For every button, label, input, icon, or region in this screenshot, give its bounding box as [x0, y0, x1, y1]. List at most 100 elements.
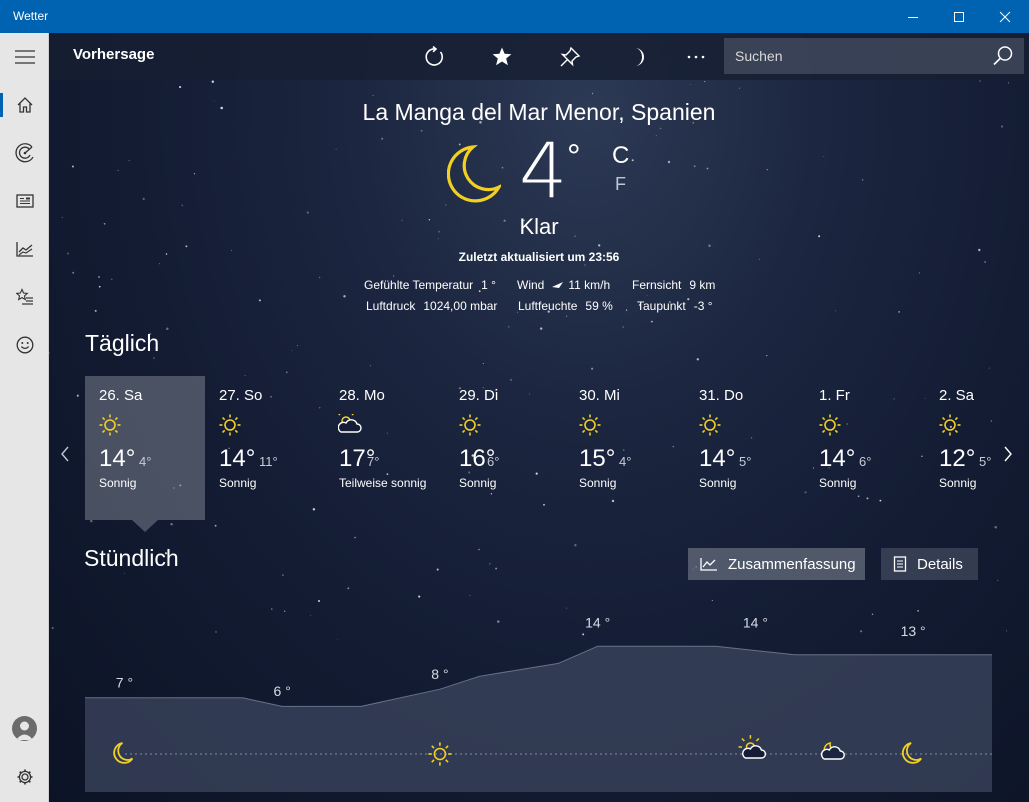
- nav-forecast[interactable]: [0, 83, 49, 127]
- star-dot: [297, 345, 298, 346]
- hourly-temp-label: 6 °: [274, 683, 291, 699]
- star-dot: [98, 276, 100, 278]
- detail-feels-like: Gefühlte Temperatur 1 °: [364, 278, 496, 292]
- details-button-label: Details: [917, 555, 963, 573]
- star-dot: [372, 94, 374, 96]
- refresh-button[interactable]: [414, 41, 454, 73]
- partly-sunny-icon: [338, 414, 362, 433]
- close-button[interactable]: [982, 0, 1028, 33]
- star-icon: [492, 47, 512, 66]
- star-dot: [335, 148, 337, 150]
- star-dot: [142, 197, 145, 201]
- nav-historical[interactable]: [0, 227, 49, 271]
- unit-fahrenheit[interactable]: F: [615, 174, 626, 195]
- star-dot: [128, 160, 130, 162]
- night-mode-button[interactable]: [617, 41, 657, 73]
- favorite-button[interactable]: [482, 41, 522, 73]
- star-dot: [285, 371, 288, 374]
- more-button[interactable]: [676, 41, 716, 73]
- hourly-temp-label: 13 °: [901, 623, 926, 639]
- day-low-temp: 5°: [979, 454, 992, 469]
- day-tile[interactable]: 31. Do 14° 5° Sonnig: [685, 376, 805, 520]
- sun-icon: [819, 414, 841, 436]
- wind-label: Wind: [517, 278, 545, 292]
- moon-icon: [635, 48, 644, 66]
- pin-button[interactable]: [550, 41, 590, 73]
- day-label: 28. Mo: [339, 387, 385, 404]
- sun-icon: [219, 414, 241, 436]
- day-tile[interactable]: 27. So 14° 11° Sonnig: [205, 376, 325, 520]
- star-dot: [625, 309, 628, 311]
- star-dot: [693, 165, 696, 168]
- wind-direction-icon: [552, 282, 564, 288]
- day-high-temp: 12°: [939, 445, 976, 472]
- star-dot: [835, 310, 837, 312]
- detail-humidity: Luftfeuchte 59 %: [518, 299, 613, 313]
- star-dot: [381, 137, 384, 140]
- nav-feedback[interactable]: [0, 323, 49, 367]
- star-dot: [318, 276, 321, 279]
- day-low-temp: 7°: [367, 454, 380, 469]
- search-icon[interactable]: [992, 45, 1014, 67]
- star-dot: [369, 365, 371, 367]
- settings-button[interactable]: [0, 755, 49, 799]
- star-dot: [347, 587, 350, 590]
- sun-icon: [99, 414, 121, 436]
- day-label: 26. Sa: [99, 387, 143, 404]
- day-tile[interactable]: 29. Di 16° 6° Sonnig: [445, 376, 565, 520]
- star-dot: [1007, 82, 1009, 84]
- day-low-temp: 6°: [859, 454, 872, 469]
- star-dot: [181, 204, 184, 207]
- star-dot: [153, 357, 155, 359]
- hourly-temperature-chart: 7 °6 °8 °14 °14 °13 °01:0005:0009:0013:0…: [85, 614, 992, 802]
- sun-icon: [579, 414, 601, 436]
- daily-heading: Täglich: [85, 330, 160, 356]
- star-dot: [574, 544, 577, 547]
- star-dot: [258, 299, 261, 302]
- star-dot: [994, 526, 997, 529]
- maximize-button[interactable]: [936, 0, 982, 33]
- title-bar: Wetter: [0, 0, 1029, 33]
- pressure-value: 1024,00 mbar: [423, 299, 498, 313]
- star-dot: [646, 294, 648, 296]
- star-dot: [111, 278, 113, 280]
- detail-visibility: Fernsicht 9 km: [632, 278, 715, 292]
- day-condition: Teilweise sonnig: [339, 476, 427, 490]
- star-dot: [49, 351, 50, 354]
- star-dot: [667, 160, 671, 164]
- star-dot: [823, 155, 825, 158]
- search-input[interactable]: [735, 48, 975, 64]
- app-title: Wetter: [13, 9, 49, 23]
- nav-radar[interactable]: [0, 131, 49, 175]
- details-button[interactable]: Details: [881, 548, 978, 580]
- person-icon: [16, 721, 33, 740]
- star-dot: [124, 572, 126, 574]
- avatar[interactable]: [12, 716, 37, 741]
- day-label: 2. Sa: [939, 387, 975, 404]
- day-tile[interactable]: 30. Mi 15° 4° Sonnig: [565, 376, 685, 520]
- star-dot: [706, 167, 709, 170]
- nav-places[interactable]: [0, 275, 49, 319]
- star-dot: [193, 173, 196, 175]
- detail-pressure: Luftdruck 1024,00 mbar: [366, 299, 497, 313]
- nav-news[interactable]: [0, 179, 49, 223]
- star-dot: [540, 327, 543, 330]
- dew-point-value: -3 °: [693, 299, 713, 313]
- unit-celsius[interactable]: C: [612, 142, 629, 170]
- minimize-button[interactable]: [890, 0, 936, 33]
- star-dot: [508, 326, 510, 328]
- chevron-left-icon[interactable]: [59, 445, 71, 463]
- day-label: 31. Do: [699, 387, 744, 404]
- day-condition: Sonnig: [459, 476, 497, 490]
- day-tile[interactable]: 26. Sa 14° 4° Sonnig: [85, 376, 205, 520]
- star-dot: [689, 83, 691, 85]
- day-tile[interactable]: 2. Sa 12° 5° Sonnig: [925, 376, 1029, 520]
- hamburger-menu-button[interactable]: [0, 35, 49, 79]
- line-chart-icon: [700, 558, 717, 571]
- day-tile[interactable]: 1. Fr 14° 6° Sonnig: [805, 376, 925, 520]
- day-tile[interactable]: 28. Mo 17° 7° Teilweise sonnig: [325, 376, 445, 520]
- day-condition: Sonnig: [99, 476, 137, 490]
- day-high-temp: 14°: [699, 445, 736, 472]
- summary-button[interactable]: Zusammenfassung: [688, 548, 865, 580]
- humidity-value: 59 %: [585, 299, 613, 313]
